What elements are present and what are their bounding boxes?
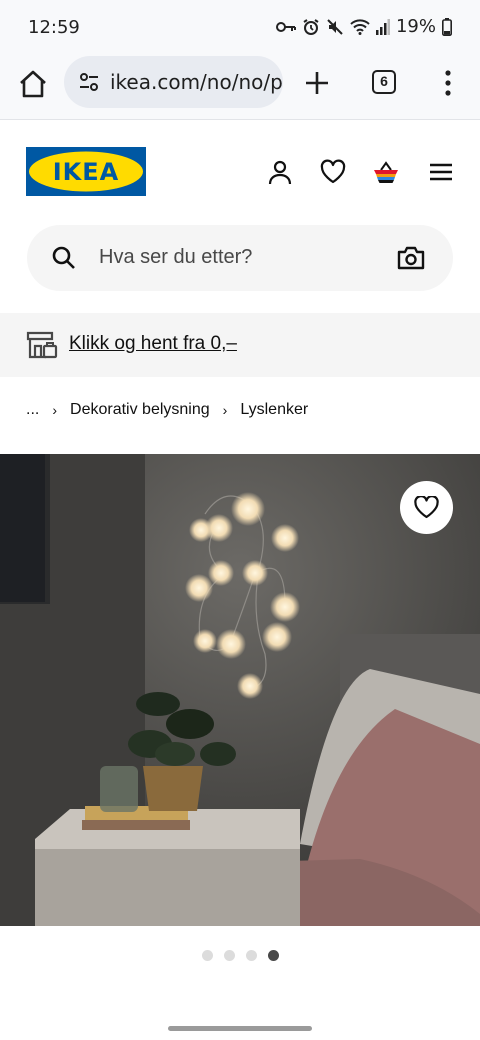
search-input[interactable]: Hva ser du etter? [99,246,252,269]
browser-toolbar: ikea.com/no/no/p 6 [0,56,480,120]
site-header: IKEA [0,120,480,220]
heart-icon[interactable] [319,158,347,186]
camera-search-icon[interactable] [397,245,425,271]
chevron-right-icon: › [222,402,228,418]
carousel-dot-4[interactable] [268,950,279,961]
home-icon[interactable] [16,67,50,101]
chevron-right-icon: › [52,402,58,418]
battery-percent: 19% [395,16,436,37]
tabs-button[interactable]: 6 [372,70,396,94]
carousel-dot-1[interactable] [202,950,213,961]
breadcrumb-ellipsis[interactable]: ... [26,401,39,419]
address-bar[interactable]: ikea.com/no/no/p [64,56,283,108]
site-settings-icon[interactable] [78,71,100,93]
battery-icon [442,17,452,36]
new-tab-icon[interactable] [302,68,332,98]
wifi-icon [350,18,370,35]
breadcrumb-decorative-lighting[interactable]: Dekorativ belysning [70,401,210,419]
ikea-logo[interactable]: IKEA [26,147,146,196]
more-menu-icon[interactable] [436,68,460,98]
click-collect-link[interactable]: Klikk og hent fra 0,– [69,333,237,355]
status-bar: 12:59 19% [0,0,480,56]
click-collect-banner[interactable]: Klikk og hent fra 0,– [0,313,480,377]
hamburger-menu-icon[interactable] [427,158,455,186]
ikea-logo-text: IKEA [53,158,120,186]
basket-icon[interactable] [372,158,400,186]
heart-icon [414,496,439,519]
url-text: ikea.com/no/no/p [110,70,283,94]
search-bar[interactable]: Hva ser du etter? [27,225,453,291]
breadcrumb-string-lights[interactable]: Lyslenker [240,401,308,419]
gesture-navigation-bar[interactable] [168,1026,312,1031]
search-icon[interactable] [51,245,77,271]
key-icon [275,21,296,32]
status-icons: 19% [275,16,452,37]
mute-icon [327,18,343,35]
alarm-icon [303,18,319,35]
carousel-dot-3[interactable] [246,950,257,961]
status-time: 12:59 [28,17,80,38]
signal-icon [375,18,390,35]
store-icon [26,331,58,359]
carousel-indicator [202,950,279,961]
carousel-dot-2[interactable] [224,950,235,961]
add-to-favourites-button[interactable] [400,481,453,534]
breadcrumb: ... › Dekorativ belysning › Lyslenker [26,398,308,422]
user-icon[interactable] [266,158,294,186]
